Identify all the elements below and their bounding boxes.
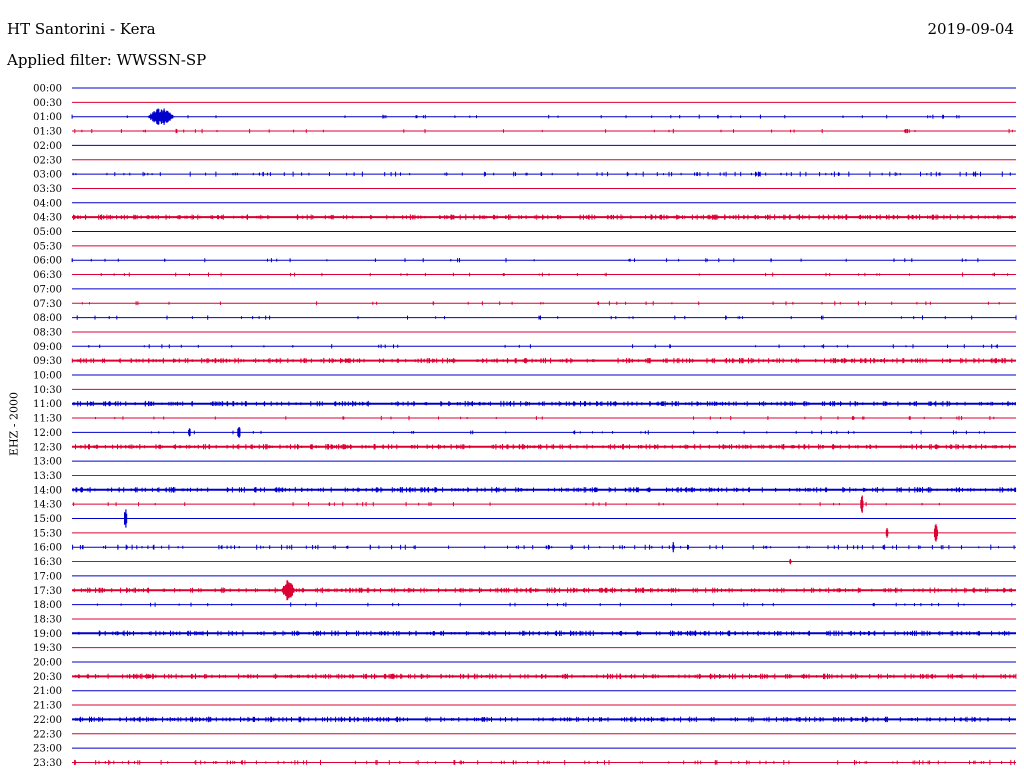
- time-tick-label: 00:00: [33, 84, 62, 95]
- time-tick-label: 13:30: [33, 471, 62, 482]
- time-tick-label: 11:30: [33, 414, 62, 425]
- seismogram-plot: 00:00 00:30 01:00 01:30 02:00 02:30 03:00 03:30…: [33, 84, 1017, 769]
- time-tick-label: 17:30: [33, 586, 62, 597]
- time-tick-label: 02:30: [33, 155, 62, 166]
- seismic-event: [188, 428, 192, 437]
- time-tick-label: 14:30: [33, 500, 62, 511]
- trace-noise: [73, 400, 1016, 407]
- channel-label: EHZ - 2000: [7, 392, 21, 456]
- time-tick-label: 08:00: [33, 313, 62, 324]
- time-tick-label: 04:00: [33, 198, 62, 209]
- station-title: HT Santorini - Kera: [7, 20, 156, 38]
- time-tick-label: 06:00: [33, 256, 62, 267]
- time-tick-label: 18:00: [33, 600, 62, 611]
- time-tick-label: 12:00: [33, 428, 62, 439]
- time-tick-label: 05:00: [33, 227, 62, 238]
- time-tick-label: 21:30: [33, 701, 62, 712]
- time-tick-label: 14:00: [33, 485, 62, 496]
- time-tick-label: 03:30: [33, 184, 62, 195]
- time-tick-label: 02:00: [33, 141, 62, 152]
- time-tick-label: 05:30: [33, 241, 62, 252]
- time-tick-label: 23:30: [33, 758, 62, 769]
- time-tick-label: 15:30: [33, 528, 62, 539]
- time-tick-label: 01:00: [33, 112, 62, 123]
- time-tick-label: 09:00: [33, 342, 62, 353]
- time-tick-label: 12:30: [33, 442, 62, 453]
- date-label: 2019-09-04: [927, 20, 1014, 38]
- time-tick-label: 09:30: [33, 356, 62, 367]
- time-tick-label: 07:30: [33, 299, 62, 310]
- time-tick-label: 16:30: [33, 557, 62, 568]
- time-tick-label: 23:00: [33, 744, 62, 755]
- seismic-event: [672, 542, 675, 553]
- time-tick-label: 08:30: [33, 327, 62, 338]
- time-tick-label: 20:00: [33, 658, 62, 669]
- time-tick-label: 15:00: [33, 514, 62, 525]
- filter-label: Applied filter: WWSSN-SP: [7, 51, 207, 69]
- time-tick-label: 13:00: [33, 457, 62, 468]
- time-tick-label: 10:00: [33, 371, 62, 382]
- time-tick-label: 01:30: [33, 127, 62, 138]
- time-tick-label: 22:30: [33, 729, 62, 740]
- time-tick-label: 18:30: [33, 614, 62, 625]
- seismic-event: [789, 558, 792, 565]
- seismic-event: [885, 528, 889, 538]
- time-tick-label: 16:00: [33, 543, 62, 554]
- time-tick-label: 07:00: [33, 284, 62, 295]
- time-tick-label: 19:00: [33, 629, 62, 640]
- time-tick-label: 04:30: [33, 213, 62, 224]
- time-tick-label: 10:30: [33, 385, 62, 396]
- time-tick-label: 06:30: [33, 270, 62, 281]
- time-tick-label: 19:30: [33, 643, 62, 654]
- time-tick-label: 20:30: [33, 672, 62, 683]
- time-tick-label: 03:00: [33, 170, 62, 181]
- time-tick-label: 21:00: [33, 686, 62, 697]
- time-tick-label: 00:30: [33, 98, 62, 109]
- time-tick-label: 11:00: [33, 399, 62, 410]
- time-tick-label: 17:00: [33, 571, 62, 582]
- time-tick-label: 22:00: [33, 715, 62, 726]
